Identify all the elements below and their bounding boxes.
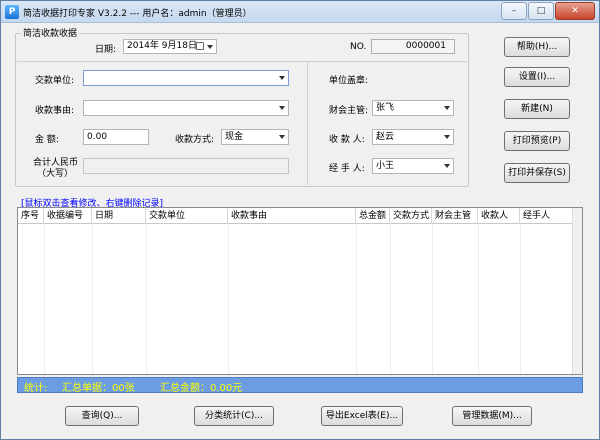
column-header[interactable]: 交款单位 xyxy=(146,208,228,224)
grid-line xyxy=(92,224,93,374)
column-header[interactable]: 总金额 xyxy=(356,208,390,224)
app-icon: P xyxy=(5,5,19,19)
chevron-down-icon[interactable] xyxy=(444,135,450,139)
calendar-icon[interactable] xyxy=(196,42,204,50)
payer-label: 交款单位: xyxy=(35,76,75,86)
grid-line xyxy=(478,224,479,374)
date-value: 2014年 9月18日 xyxy=(127,41,197,51)
chevron-down-icon[interactable] xyxy=(279,106,285,110)
print-preview-button[interactable]: 打印预览(P) xyxy=(504,131,570,151)
method-label: 收款方式: xyxy=(175,135,215,145)
window-title: 简洁收据打印专家 V3.2.2 --- 用户名：admin（管理员） xyxy=(23,9,252,19)
receiver-value: 赵云 xyxy=(376,132,395,142)
chevron-down-icon[interactable] xyxy=(444,164,450,168)
chevron-down-icon[interactable] xyxy=(207,45,213,49)
new-button[interactable]: 新建(N) xyxy=(504,99,570,119)
window-controls: – □ ✕ xyxy=(500,2,595,20)
amount-label: 金 额: xyxy=(35,135,59,145)
rmb-uppercase-field xyxy=(83,158,289,174)
summary-label: 统计: xyxy=(24,383,48,394)
chevron-down-icon[interactable] xyxy=(279,76,285,80)
seal-label: 单位盖章: xyxy=(329,76,369,86)
grid-line xyxy=(356,224,357,374)
handler-combo[interactable]: 小王 xyxy=(372,158,454,174)
help-button[interactable]: 帮助(H)... xyxy=(504,37,570,57)
column-header[interactable]: 交款方式 xyxy=(390,208,432,224)
maximize-icon[interactable]: □ xyxy=(528,2,554,20)
method-value: 现金 xyxy=(225,132,244,142)
category-stats-button[interactable]: 分类统计(C)... xyxy=(194,406,274,426)
column-header[interactable]: 经手人 xyxy=(520,208,572,224)
summary-bar: 统计: 汇总单据：00张 汇总金额：0.00元 xyxy=(17,377,583,394)
title-bar[interactable]: P 简洁收据打印专家 V3.2.2 --- 用户名：admin（管理员） – □… xyxy=(1,1,599,23)
chevron-down-icon[interactable] xyxy=(444,106,450,110)
grid-header: 序号 收据编号 日期 交款单位 收款事由 总金额 交款方式 财会主管 收款人 经… xyxy=(18,208,578,224)
supervisor-combo[interactable]: 张飞 xyxy=(372,100,454,116)
handler-label: 经 手 人: xyxy=(329,164,365,174)
chevron-down-icon[interactable] xyxy=(279,135,285,139)
reason-combo[interactable] xyxy=(83,100,289,116)
records-grid[interactable]: 序号 收据编号 日期 交款单位 收款事由 总金额 交款方式 财会主管 收款人 经… xyxy=(17,207,583,375)
receipt-number: 0000001 xyxy=(371,39,455,54)
supervisor-value: 张飞 xyxy=(376,103,395,113)
column-header[interactable]: 收款事由 xyxy=(228,208,356,224)
export-excel-button[interactable]: 导出Excel表(E)... xyxy=(321,406,403,426)
grid-line xyxy=(390,224,391,374)
grid-line xyxy=(432,224,433,374)
column-header[interactable]: 序号 xyxy=(18,208,44,224)
summary-count: 汇总单据：00张 xyxy=(62,383,135,394)
grid-scrollbar[interactable] xyxy=(572,208,582,374)
minimize-icon[interactable]: – xyxy=(501,2,527,20)
settings-button[interactable]: 设置(I)... xyxy=(504,67,570,87)
column-header[interactable]: 收据编号 xyxy=(44,208,92,224)
receiver-label: 收 款 人: xyxy=(329,135,365,145)
close-icon[interactable]: ✕ xyxy=(555,2,595,20)
reason-label: 收款事由: xyxy=(35,106,75,116)
amount-input[interactable]: 0.00 xyxy=(83,129,149,145)
grid-line xyxy=(44,224,45,374)
receipt-group-title: 简洁收款收据 xyxy=(21,26,80,39)
date-picker[interactable]: 2014年 9月18日 xyxy=(123,39,217,54)
method-combo[interactable]: 现金 xyxy=(221,129,289,145)
divider-top xyxy=(17,61,467,62)
grid-line xyxy=(228,224,229,374)
summary-amount: 汇总金额：0.00元 xyxy=(160,383,243,394)
date-label: 日期: xyxy=(95,45,117,55)
supervisor-label: 财会主管: xyxy=(329,106,369,116)
column-header[interactable]: 日期 xyxy=(92,208,146,224)
handler-value: 小王 xyxy=(376,161,395,171)
receiver-combo[interactable]: 赵云 xyxy=(372,129,454,145)
column-header[interactable]: 收款人 xyxy=(478,208,520,224)
print-save-button[interactable]: 打印并保存(S) xyxy=(504,163,570,183)
no-label: NO. xyxy=(350,42,367,52)
manage-data-button[interactable]: 管理数据(M)... xyxy=(452,406,532,426)
query-button[interactable]: 查询(Q)... xyxy=(65,406,139,426)
grid-line xyxy=(520,224,521,374)
main-window: P 简洁收据打印专家 V3.2.2 --- 用户名：admin（管理员） – □… xyxy=(0,0,600,440)
divider-vertical xyxy=(307,61,308,185)
payer-combo[interactable] xyxy=(83,70,289,86)
column-header[interactable]: 财会主管 xyxy=(432,208,478,224)
rmb-label-sub: （大写） xyxy=(37,169,74,179)
grid-line xyxy=(146,224,147,374)
